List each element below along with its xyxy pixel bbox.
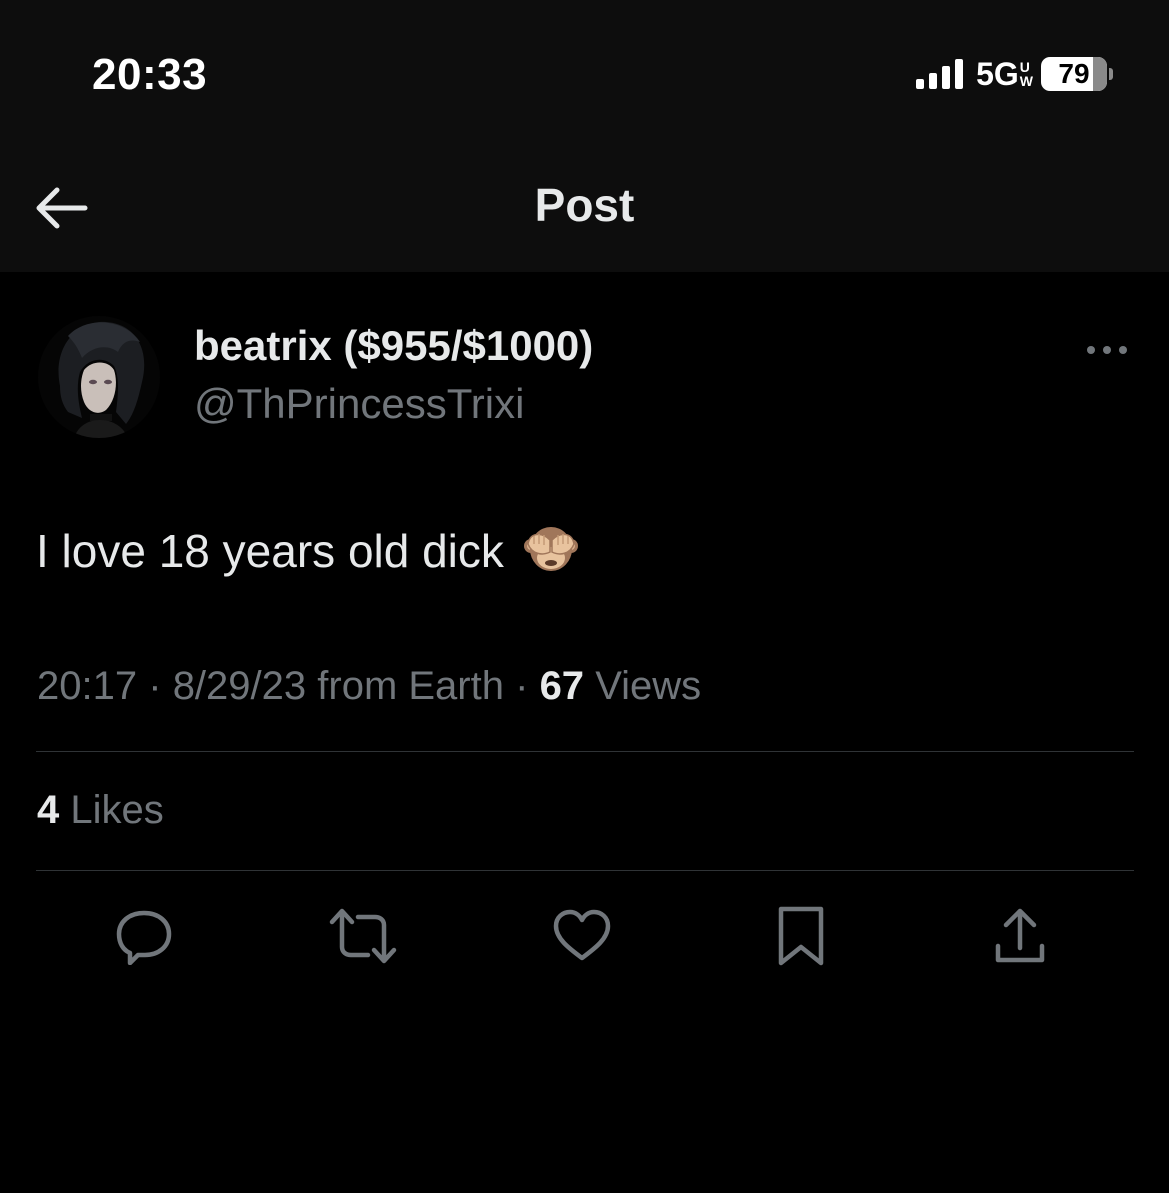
author-display-name[interactable]: beatrix ($955/$1000) — [194, 322, 593, 370]
likes-label: Likes — [70, 788, 164, 832]
network-indicator: 5G U W — [976, 56, 1033, 93]
divider — [36, 751, 1134, 752]
divider — [36, 870, 1134, 871]
likes-count: 4 — [37, 788, 60, 832]
status-time: 20:33 — [92, 50, 208, 99]
more-options-button[interactable] — [1078, 330, 1136, 370]
battery-icon: 79 — [1041, 57, 1113, 91]
post-text-content: I love 18 years old dick — [36, 525, 504, 577]
avatar[interactable] — [38, 316, 160, 438]
battery-level: 79 — [1058, 58, 1090, 89]
repost-button[interactable] — [327, 900, 399, 972]
more-icon — [1087, 346, 1127, 354]
battery-tip — [1109, 68, 1113, 80]
bookmark-icon — [778, 906, 824, 966]
views-count: 67 — [539, 664, 585, 708]
post-metadata: 20:17 · 8/29/23 from Earth · 67 Views — [37, 664, 701, 709]
share-icon — [995, 908, 1045, 963]
battery-body: 79 — [1041, 57, 1107, 91]
like-button[interactable] — [546, 900, 618, 972]
network-sub-top: U — [1019, 59, 1030, 75]
network-sub: U W — [1020, 60, 1033, 88]
likes-stat[interactable]: 4 Likes — [37, 788, 164, 833]
heart-icon — [553, 909, 611, 961]
author-handle[interactable]: @ThPrincessTrixi — [194, 380, 524, 428]
meta-separator: · — [148, 664, 162, 708]
meta-separator: · — [515, 664, 529, 708]
status-indicators: 5G U W 79 — [916, 56, 1113, 92]
signal-icon — [916, 59, 964, 89]
repost-icon — [329, 908, 397, 964]
post-text: I love 18 years old dick — [36, 522, 580, 580]
network-sub-bottom: W — [1019, 73, 1033, 89]
action-bar — [0, 900, 1169, 972]
reply-button[interactable] — [108, 900, 180, 972]
share-button[interactable] — [984, 900, 1056, 972]
network-label: 5G — [976, 55, 1019, 92]
bookmark-button[interactable] — [765, 900, 837, 972]
views-label: Views — [595, 664, 702, 708]
post-date-source: 8/29/23 from Earth — [172, 664, 504, 708]
reply-icon — [116, 910, 172, 965]
avatar-image — [38, 316, 160, 438]
page-title: Post — [534, 179, 635, 231]
battery-empty-portion — [1093, 57, 1107, 91]
post-time: 20:17 — [37, 664, 138, 708]
see-no-evil-monkey-icon — [523, 527, 578, 571]
